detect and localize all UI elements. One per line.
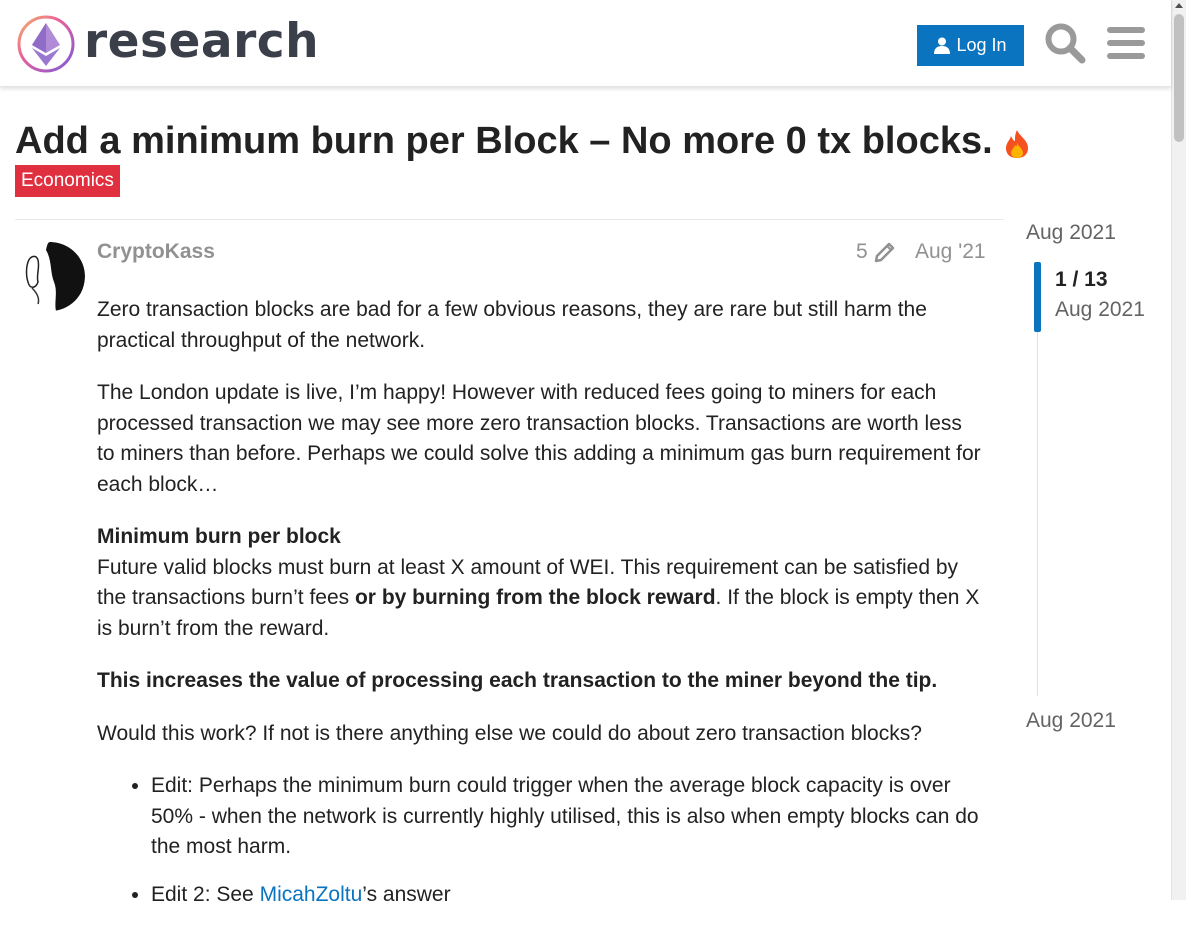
site-logo-icon[interactable] (16, 14, 76, 74)
site-name[interactable]: research (84, 13, 319, 71)
page-scrollbar[interactable] (1171, 0, 1186, 900)
site-header: research Log In (0, 0, 1171, 87)
search-icon[interactable] (1044, 22, 1086, 64)
text-span: ’s answer (362, 882, 451, 906)
post-body: Zero transaction blocks are bad for a fe… (97, 295, 982, 927)
topic-title-text[interactable]: Add a minimum burn per Block – No more 0… (15, 120, 993, 162)
edit-list: Edit: Perhaps the minimum burn could tri… (97, 771, 982, 910)
category-badge[interactable]: Economics (15, 165, 120, 197)
bold-text: or by burning from the block reward (354, 586, 716, 609)
fire-icon (1005, 130, 1028, 158)
bold-text: This increases the value of processing e… (97, 669, 938, 692)
hamburger-menu-icon[interactable] (1107, 25, 1145, 61)
scrollbar-thumb[interactable] (1174, 14, 1184, 142)
post-edit-history[interactable]: 5 (856, 240, 896, 264)
post-paragraph: The London update is live, I’m happy! Ho… (97, 381, 981, 496)
avatar[interactable] (16, 242, 85, 311)
post-paragraph: This increases the value of processing e… (97, 666, 982, 697)
topic-title: Add a minimum burn per Block – No more 0… (15, 118, 1031, 164)
timeline-start-date[interactable]: Aug 2021 (1026, 221, 1116, 245)
edit-count: 5 (856, 240, 868, 263)
pencil-icon (874, 242, 894, 263)
list-item: Edit 2: See MicahZoltu’s answer (151, 880, 982, 911)
divider (15, 219, 1004, 220)
timeline-position: 1 / 13 (1055, 268, 1108, 291)
timeline-position-date: Aug 2021 (1055, 298, 1145, 321)
section-heading: Minimum burn per block (97, 525, 341, 548)
timeline-scroll-handle[interactable] (1034, 262, 1041, 332)
user-mention-link[interactable]: MicahZoltu (260, 883, 363, 906)
post-username[interactable]: CryptoKass (97, 240, 215, 264)
post-paragraph: Zero transaction blocks are bad for a fe… (97, 298, 927, 352)
text-span: Edit 2: See (151, 882, 260, 906)
post-paragraph: Minimum burn per block Future valid block… (97, 522, 982, 644)
post-date[interactable]: Aug '21 (915, 240, 986, 264)
scroll-up-arrow-icon[interactable] (1175, 3, 1183, 8)
post-paragraph: Would this work? If not is there anythin… (97, 721, 922, 745)
login-button[interactable]: Log In (917, 25, 1024, 66)
login-label: Log In (956, 35, 1007, 55)
timeline-end-date[interactable]: Aug 2021 (1026, 709, 1116, 733)
user-icon (934, 37, 951, 54)
list-item: Edit: Perhaps the minimum burn could tri… (151, 771, 982, 863)
